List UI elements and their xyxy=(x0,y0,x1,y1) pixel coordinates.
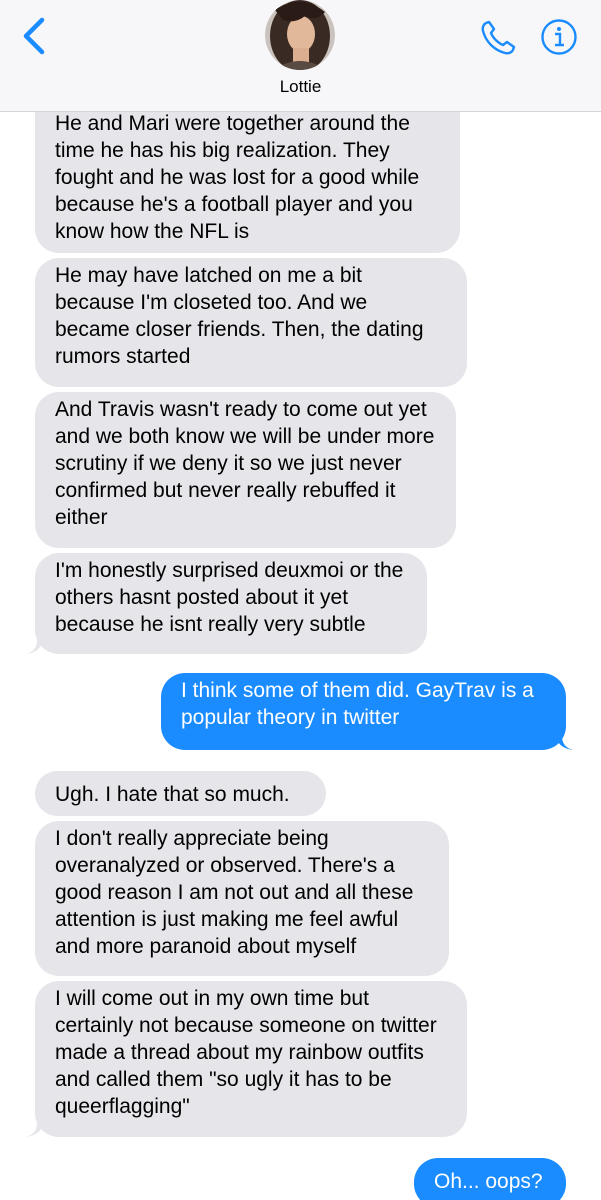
incoming-message[interactable]: He may have latched on me a bit because … xyxy=(35,258,467,387)
outgoing-message[interactable]: Oh... oops? xyxy=(414,1158,566,1200)
incoming-message[interactable]: I will come out in my own time but certa… xyxy=(35,981,467,1137)
incoming-bubble-tail xyxy=(26,640,42,654)
phone-icon[interactable] xyxy=(478,18,518,58)
chevron-left-icon[interactable] xyxy=(18,16,54,56)
messages-screen: He and Mari were together around the tim… xyxy=(0,0,601,1200)
contact-name[interactable]: Lottie xyxy=(0,77,601,97)
conversation-header: Lottie xyxy=(0,0,601,112)
outgoing-bubble-tail xyxy=(557,736,573,750)
incoming-message[interactable]: I'm honestly surprised deuxmoi or the ot… xyxy=(35,553,427,654)
incoming-message[interactable]: Ugh. I hate that so much. xyxy=(35,771,326,816)
message-thread[interactable]: He and Mari were together around the tim… xyxy=(0,0,601,1200)
info-icon[interactable] xyxy=(540,18,578,56)
contact-avatar[interactable] xyxy=(265,0,335,70)
outgoing-message[interactable]: I think some of them did. GayTrav is a p… xyxy=(161,673,566,750)
incoming-message[interactable]: I don't really appreciate being overanal… xyxy=(35,821,449,976)
incoming-bubble-tail xyxy=(26,1123,42,1137)
incoming-message[interactable]: He and Mari were together around the tim… xyxy=(35,96,460,253)
incoming-message[interactable]: And Travis wasn't ready to come out yet … xyxy=(35,392,456,548)
